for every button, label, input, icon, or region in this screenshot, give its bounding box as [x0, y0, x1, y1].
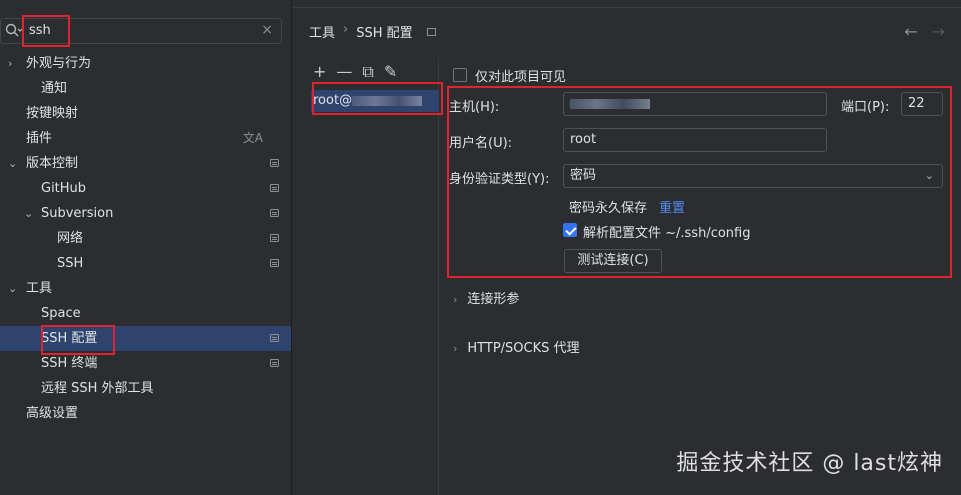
tree-item[interactable]: › 外观与行为 [0, 51, 291, 76]
connection-params-label: 连接形参 [467, 292, 520, 307]
breadcrumb-separator: › [343, 22, 349, 37]
tree-item[interactable]: 高级设置 [0, 401, 291, 426]
ssh-host-entry[interactable]: root@ [311, 90, 439, 112]
tree-item[interactable]: Space [0, 301, 291, 326]
project-only-checkbox[interactable] [453, 68, 467, 82]
tree-item[interactable]: ⌄ Subversion [0, 201, 291, 226]
tree-item[interactable]: SSH 终端 [0, 351, 291, 376]
tree-item-label: 工具 [26, 281, 53, 296]
tree-item[interactable]: 远程 SSH 外部工具 [0, 376, 291, 401]
port-input[interactable]: 22 [901, 92, 943, 116]
translate-icon: 文A [242, 131, 263, 145]
tree-item-label: 插件 [26, 131, 53, 146]
proxy-section[interactable]: › HTTP/SOCKS 代理 [453, 337, 580, 356]
breadcrumb: 工具 › SSH 配置 [309, 22, 413, 41]
tree-item-label: Space [41, 306, 81, 321]
redacted-host [352, 95, 423, 106]
connection-params-section[interactable]: › 连接形参 [453, 288, 519, 307]
expand-arrow-icon[interactable]: ⌄ [8, 151, 17, 176]
tree-item[interactable]: 网络 [0, 226, 291, 251]
project-scope-icon [270, 334, 279, 342]
username-input[interactable]: root [563, 128, 827, 152]
parse-config-label: 解析配置文件 ~/.ssh/config [583, 226, 751, 241]
host-list-toolbar: + — ⧉ ✎ [313, 62, 397, 82]
port-label: 端口(P): [841, 100, 890, 115]
history-nav: ← → [904, 22, 945, 41]
tree-item-label: SSH 配置 [41, 331, 98, 346]
host-label: 主机(H): [449, 100, 500, 115]
auth-type-label: 身份验证类型(Y): [449, 172, 550, 187]
redacted-host-value [570, 98, 650, 109]
test-connection-button[interactable]: 测试连接(C) [564, 249, 662, 273]
back-arrow-icon[interactable]: ← [904, 22, 917, 41]
project-scope-icon [270, 184, 279, 192]
tree-item[interactable]: SSH [0, 251, 291, 276]
expand-arrow-icon[interactable]: ⌄ [8, 276, 17, 301]
project-scope-icon [427, 28, 436, 36]
breadcrumb-parent[interactable]: 工具 [309, 22, 335, 41]
tree-item-label: GitHub [41, 181, 87, 196]
tree-item-label: 网络 [57, 231, 84, 246]
expand-arrow-icon[interactable]: › [8, 51, 12, 76]
tree-item-label: 通知 [41, 81, 68, 96]
tree-item[interactable]: ⌄ 版本控制 [0, 151, 291, 176]
remove-icon[interactable]: — [336, 62, 352, 82]
reset-link[interactable]: 重置 [659, 197, 685, 216]
chevron-right-icon: › [453, 293, 458, 306]
tree-item-label: 外观与行为 [26, 56, 92, 71]
clear-search-icon[interactable]: × [261, 22, 273, 38]
breadcrumb-current: SSH 配置 [356, 26, 413, 41]
project-scope-icon [270, 234, 279, 242]
auth-type-select[interactable]: 密码 ⌄ [563, 164, 943, 188]
tree-item-label: Subversion [41, 206, 114, 221]
copy-icon[interactable]: ⧉ [362, 62, 373, 82]
tree-item-label: 远程 SSH 外部工具 [41, 381, 154, 396]
project-scope-icon [270, 359, 279, 367]
tree-item[interactable]: GitHub [0, 176, 291, 201]
save-password-label: 密码永久保存 [569, 201, 648, 216]
parse-config-checkbox[interactable] [563, 223, 577, 237]
username-label: 用户名(U): [449, 136, 513, 151]
auth-type-value: 密码 [570, 168, 597, 183]
tree-item[interactable]: 通知 [0, 76, 291, 101]
tree-item[interactable]: SSH 配置 [0, 326, 291, 351]
project-scope-icon [270, 259, 279, 267]
search-input[interactable]: ssh [29, 23, 51, 38]
host-entry-label: root@ [313, 93, 353, 108]
project-only-label: 仅对此项目可见 [475, 70, 567, 85]
chevron-right-icon: › [453, 342, 458, 355]
forward-arrow-icon[interactable]: → [932, 22, 945, 41]
add-icon[interactable]: + [313, 62, 326, 82]
ssh-host-list: + — ⧉ ✎ root@ [293, 58, 439, 495]
top-divider [293, 0, 961, 8]
tree-item-label: 按键映射 [26, 106, 79, 121]
tree-item-label: SSH [57, 256, 84, 271]
settings-content: 工具 › SSH 配置 ← → + — ⧉ ✎ root@ 仅对此项目可见 主机… [293, 0, 961, 495]
host-input[interactable] [563, 92, 827, 116]
chevron-down-icon: ⌄ [924, 169, 934, 182]
watermark: 掘金技术社区 @ last炫神 [676, 451, 943, 476]
project-scope-icon [270, 159, 279, 167]
project-scope-icon [270, 209, 279, 217]
settings-sidebar: ssh × › 外观与行为通知按键映射插件 文A ⌄ 版本控制 GitHub ⌄ Subver… [0, 0, 292, 495]
tree-item-label: SSH 终端 [41, 356, 98, 371]
tree-item[interactable]: 插件 文A [0, 126, 291, 151]
tree-item[interactable]: ⌄ 工具 [0, 276, 291, 301]
proxy-label: HTTP/SOCKS 代理 [467, 341, 580, 356]
expand-arrow-icon[interactable]: ⌄ [24, 201, 33, 226]
edit-icon[interactable]: ✎ [384, 62, 397, 82]
tree-item-label: 版本控制 [26, 156, 79, 171]
tree-item-label: 高级设置 [26, 406, 79, 421]
search-icon [5, 23, 23, 37]
settings-search[interactable]: ssh × [0, 18, 282, 44]
tree-item[interactable]: 按键映射 [0, 101, 291, 126]
